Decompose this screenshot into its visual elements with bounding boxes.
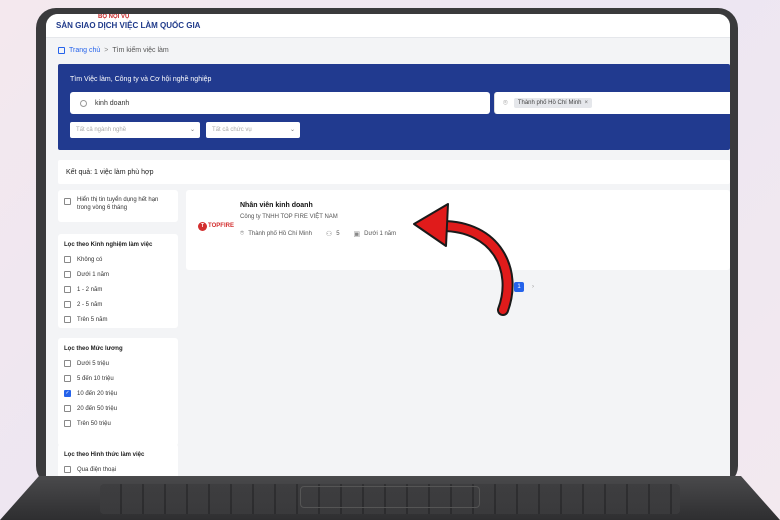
- expired-filter-card: Hiển thị tin tuyển dụng hết hạn trong vò…: [58, 190, 178, 222]
- filter-title: Lọc theo Mức lương: [64, 346, 123, 352]
- location-chip[interactable]: Thành phố Hồ Chí Minh ×: [513, 98, 593, 108]
- site-title[interactable]: SÀN GIAO DỊCH VIỆC LÀM QUỐC GIA: [56, 21, 200, 30]
- screen: BỘ NỘI VỤ SÀN GIAO DỊCH VIỆC LÀM QUỐC GI…: [46, 14, 730, 476]
- salary-option[interactable]: 5 đến 10 triệu: [58, 371, 178, 386]
- checkbox[interactable]: [64, 316, 71, 323]
- job-location: ⌾ Thành phố Hồ Chí Minh: [240, 230, 312, 238]
- job-headcount: ⚇ 5: [326, 230, 340, 238]
- option-label: 10 đến 20 triệu: [77, 390, 118, 397]
- option-label: 2 - 5 năm: [77, 301, 103, 308]
- option-label: Trên 5 năm: [77, 316, 108, 323]
- job-title[interactable]: Nhân viên kinh doanh: [240, 202, 313, 209]
- red-arrow-annotation: [413, 203, 514, 316]
- breadcrumb-home[interactable]: Trang chủ: [69, 47, 100, 54]
- expired-label: Hiển thị tin tuyển dụng hết hạn trong vò…: [77, 197, 159, 212]
- industry-select[interactable]: Tất cả ngành nghề ⌄: [70, 122, 200, 138]
- option-label: Qua điện thoại: [77, 466, 117, 473]
- checkbox[interactable]: [64, 256, 71, 263]
- expired-checkbox-option[interactable]: Hiển thị tin tuyển dụng hết hạn trong vò…: [58, 190, 178, 219]
- option-label: 20 đến 50 triệu: [77, 405, 118, 412]
- location-input[interactable]: ⌾ Thành phố Hồ Chí Minh ×: [494, 92, 730, 114]
- logo-circle: T: [198, 221, 208, 231]
- checkbox[interactable]: [64, 375, 71, 382]
- option-label: Trên 50 triệu: [77, 420, 111, 427]
- checkbox[interactable]: [64, 271, 71, 278]
- position-placeholder: Tất cả chức vụ: [212, 127, 252, 133]
- logo-mark: T TOPFIRE: [198, 221, 234, 231]
- method-option[interactable]: Qua điện thoại: [58, 462, 178, 476]
- home-icon[interactable]: [58, 46, 65, 54]
- checkbox[interactable]: [64, 360, 71, 367]
- filter-title: Lọc theo Hình thức làm việc: [64, 452, 145, 458]
- breadcrumb-current: Tìm kiếm việc làm: [112, 46, 169, 54]
- checkbox[interactable]: [64, 420, 71, 427]
- users-icon: ⚇: [325, 231, 333, 238]
- industry-placeholder: Tất cả ngành nghề: [76, 127, 127, 133]
- experience-option[interactable]: Trên 5 năm: [58, 312, 178, 327]
- work-method-filter-card: Lọc theo Hình thức làm việc Qua điện tho…: [58, 444, 178, 476]
- chevron-down-icon: ⌄: [189, 127, 195, 133]
- job-meta: ⌾ Thành phố Hồ Chí Minh ⚇ 5 ▣ Dưới 1 năm: [240, 230, 410, 238]
- next-page-icon[interactable]: ›: [532, 284, 534, 290]
- job-company[interactable]: Công ty TNHH TOP FIRE VIỆT NAM: [240, 214, 338, 220]
- results-summary: Kết quả: 1 việc làm phù hợp: [58, 160, 730, 184]
- option-label: Dưới 5 triệu: [77, 360, 109, 367]
- position-select[interactable]: Tất cả chức vụ ⌄: [206, 122, 300, 138]
- experience-option[interactable]: Dưới 1 năm: [58, 267, 178, 282]
- search-banner: Tìm Việc làm, Công ty và Cơ hội nghề ngh…: [58, 64, 730, 150]
- checkbox-checked[interactable]: ✓: [64, 390, 71, 397]
- option-label: Không có: [77, 256, 103, 263]
- job-headcount-text: 5: [336, 231, 340, 237]
- location-pin-icon: ⌾: [503, 98, 508, 107]
- option-label: 5 đến 10 triệu: [77, 375, 114, 382]
- job-experience-text: Dưới 1 năm: [364, 231, 397, 237]
- keyword-value[interactable]: kinh doanh: [95, 100, 129, 107]
- keyword-search-input[interactable]: kinh doanh: [70, 92, 490, 114]
- search-icon: [80, 99, 87, 107]
- briefcase-icon: ▣: [353, 231, 361, 238]
- company-logo[interactable]: T TOPFIRE: [196, 206, 236, 246]
- checkbox[interactable]: [64, 286, 71, 293]
- breadcrumb-separator: >: [104, 46, 109, 54]
- experience-option[interactable]: 2 - 5 năm: [58, 297, 178, 312]
- checkbox[interactable]: [64, 466, 71, 473]
- banner-title: Tìm Việc làm, Công ty và Cơ hội nghề ngh…: [70, 76, 212, 83]
- option-label: 1 - 2 năm: [77, 286, 103, 293]
- salary-filter-card: Lọc theo Mức lương Dưới 5 triệu 5 đến 10…: [58, 338, 178, 446]
- chip-remove-icon[interactable]: ×: [585, 100, 589, 106]
- checkbox[interactable]: [64, 301, 71, 308]
- laptop-trackpad: [300, 486, 480, 508]
- chevron-down-icon: ⌄: [289, 127, 295, 133]
- salary-option[interactable]: Trên 50 triệu: [58, 416, 178, 431]
- option-label: Dưới 1 năm: [77, 271, 109, 278]
- salary-option[interactable]: 20 đến 50 triệu: [58, 401, 178, 416]
- breadcrumb: Trang chủ > Tìm kiếm việc làm: [46, 38, 730, 62]
- salary-option[interactable]: Dưới 5 triệu: [58, 356, 178, 371]
- site-header: BỘ NỘI VỤ SÀN GIAO DỊCH VIỆC LÀM QUỐC GI…: [46, 14, 730, 38]
- job-location-text: Thành phố Hồ Chí Minh: [248, 231, 312, 237]
- location-pin-icon: ⌾: [240, 230, 245, 237]
- experience-filter-card: Lọc theo Kinh nghiệm làm việc Không có D…: [58, 234, 178, 328]
- experience-option[interactable]: 1 - 2 năm: [58, 282, 178, 297]
- job-experience: ▣ Dưới 1 năm: [354, 230, 397, 238]
- salary-option[interactable]: ✓ 10 đến 20 triệu: [58, 386, 178, 401]
- checkbox[interactable]: [64, 405, 71, 412]
- checkbox[interactable]: [64, 198, 71, 205]
- filter-title: Lọc theo Kinh nghiệm làm việc: [64, 242, 153, 248]
- experience-option[interactable]: Không có: [58, 252, 178, 267]
- ministry-label: BỘ NỘI VỤ: [98, 14, 130, 20]
- location-chip-label: Thành phố Hồ Chí Minh: [517, 100, 582, 106]
- logo-text: TOPFIRE: [208, 223, 234, 229]
